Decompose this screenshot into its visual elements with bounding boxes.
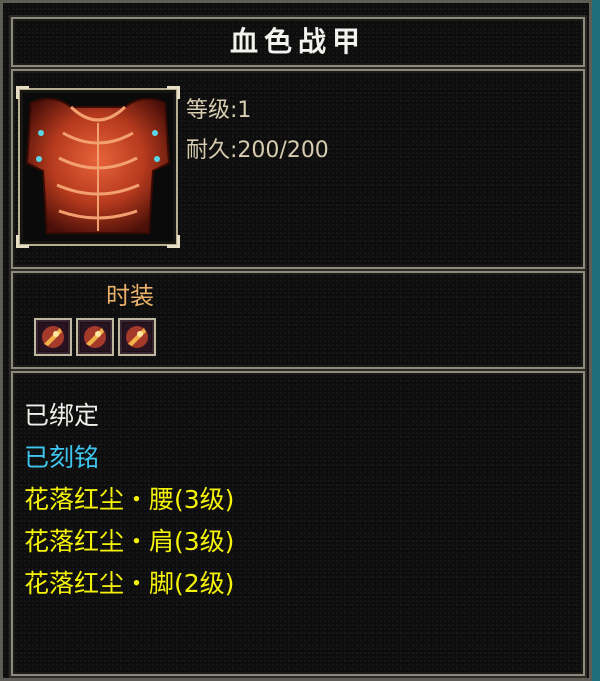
fashion-slot-2[interactable] [76, 318, 114, 356]
item-portrait[interactable] [16, 86, 180, 248]
fashion-slot-1[interactable] [34, 318, 72, 356]
fashion-slot-3[interactable] [118, 318, 156, 356]
flame-gem-icon [81, 323, 109, 351]
fashion-slots [34, 318, 156, 356]
item-durability: 耐久:200/200 [186, 138, 329, 163]
set-bonus-shoulder: 花落红尘・肩(3级) [24, 527, 235, 556]
item-name: 血色战甲 [229, 25, 366, 58]
bound-status: 已绑定 [24, 401, 100, 430]
engraved-status: 已刻铭 [24, 443, 100, 472]
flame-gem-icon [39, 323, 67, 351]
armor-chestplate-icon [25, 97, 171, 234]
fashion-label: 时装 [106, 282, 154, 310]
set-bonus-feet: 花落红尘・脚(2级) [24, 569, 235, 598]
item-level: 等级:1 [186, 98, 252, 123]
title-panel: 血色战甲 [11, 17, 585, 67]
flame-gem-icon [123, 323, 151, 351]
set-bonus-waist: 花落红尘・腰(3级) [24, 485, 235, 514]
